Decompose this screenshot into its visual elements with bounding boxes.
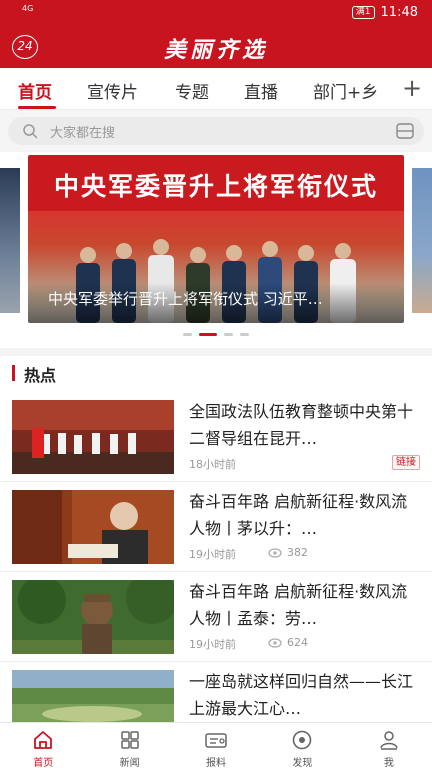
carousel-dot[interactable] [240, 333, 249, 336]
section-title: 热点 [24, 366, 57, 385]
bottom-nav: 首页 新闻 报料 发现 我 [0, 722, 432, 768]
news-thumbnail [12, 580, 174, 654]
nav-home[interactable]: 首页 [0, 723, 86, 768]
clock: 11:48 [380, 5, 418, 20]
app-bar: 24 美丽齐选 [0, 26, 432, 68]
banner-next-peek[interactable] [412, 168, 432, 313]
active-tab-indicator [18, 106, 56, 109]
view-count: 382 [268, 546, 308, 559]
scan-icon[interactable] [396, 123, 414, 139]
tab-departments[interactable]: 部门+乡 [313, 78, 378, 103]
user-icon [380, 731, 398, 750]
tab-home[interactable]: 首页 [18, 78, 52, 103]
link-tag: 链接 [392, 455, 420, 470]
nav-me[interactable]: 我 [346, 723, 432, 768]
carousel-dot-active[interactable] [199, 333, 217, 336]
news-title: 奋斗百年路 启航新征程·数风流人物丨茅以升：… [189, 492, 408, 538]
news-title: 一座岛就这样回归自然——长江上游最大江心… [189, 672, 413, 718]
tab-live[interactable]: 直播 [244, 78, 278, 103]
news-item[interactable]: 奋斗百年路 启航新征程·数风流人物丨茅以升：… 19小时前 382 [0, 482, 432, 572]
news-item[interactable]: 全国政法队伍教育整顿中央第十二督导组在昆开… 18小时前 链接 [0, 392, 432, 482]
eye-icon [268, 637, 282, 648]
hot-section-header: 热点 [0, 358, 432, 388]
tab-topics[interactable]: 专题 [175, 78, 209, 103]
section-divider [0, 348, 432, 356]
tab-promo-videos[interactable]: 宣传片 [87, 78, 138, 103]
news-time: 19小时前 [189, 638, 236, 651]
news-item[interactable]: 奋斗百年路 启航新征程·数风流人物丨孟泰：劳… 19小时前 624 [0, 572, 432, 662]
banner-slide[interactable]: 中央军委晋升上将军衔仪式 中央军委举行晋升上将军衔仪式 习近平… [28, 155, 404, 323]
banner-headline: 中央军委晋升上将军衔仪式 [53, 172, 378, 201]
channel-tabs: 首页 宣传片 专题 直播 部门+乡 + [0, 68, 432, 110]
news-time: 19小时前 [189, 548, 236, 561]
view-count: 624 [268, 636, 308, 649]
banner-caption: 中央军委举行晋升上将军衔仪式 习近平… [48, 290, 323, 308]
app-title: 美丽齐选 [163, 37, 268, 63]
nav-label: 我 [383, 758, 394, 768]
news-title: 全国政法队伍教育整顿中央第十二督导组在昆开… [189, 402, 413, 448]
home-icon [34, 731, 53, 749]
news-title: 奋斗百年路 启航新征程·数风流人物丨孟泰：劳… [189, 582, 408, 628]
grid-icon [120, 731, 139, 749]
discover-icon [293, 730, 312, 750]
news-thumbnail [12, 490, 174, 564]
search-input[interactable]: 大家都在搜 [8, 117, 424, 145]
eye-icon [268, 547, 282, 558]
status-bar: 4G 满1 11:48 [0, 0, 432, 26]
battery-indicator: 满1 [351, 6, 375, 19]
banner-prev-peek[interactable] [0, 168, 20, 313]
nav-label: 报料 [206, 758, 227, 768]
nav-discover[interactable]: 发现 [259, 723, 345, 768]
carousel-dots [0, 333, 432, 337]
search-icon [23, 124, 38, 139]
signal-indicator: 4G [22, 4, 34, 13]
nav-label: 发现 [292, 758, 313, 768]
search-section: 大家都在搜 [0, 110, 432, 152]
view-count-value: 624 [287, 636, 308, 649]
report-card-icon [205, 733, 227, 748]
news-thumbnail [12, 400, 174, 474]
news-time: 18小时前 [189, 458, 236, 471]
nav-label: 新闻 [119, 758, 140, 768]
carousel-dot[interactable] [224, 333, 233, 336]
section-accent-bar [12, 365, 15, 381]
plus-icon[interactable]: + [392, 68, 432, 109]
nav-report[interactable]: 报料 [173, 723, 259, 768]
view-count-value: 382 [287, 546, 308, 559]
banner-carousel: 中央军委晋升上将军衔仪式 中央军委举行晋升上将军衔仪式 习近平… [0, 152, 432, 348]
search-placeholder: 大家都在搜 [50, 126, 116, 141]
nav-news[interactable]: 新闻 [86, 723, 172, 768]
banner-header: 中央军委晋升上将军衔仪式 [28, 155, 404, 211]
nav-label: 首页 [33, 758, 54, 768]
carousel-dot[interactable] [183, 333, 192, 336]
